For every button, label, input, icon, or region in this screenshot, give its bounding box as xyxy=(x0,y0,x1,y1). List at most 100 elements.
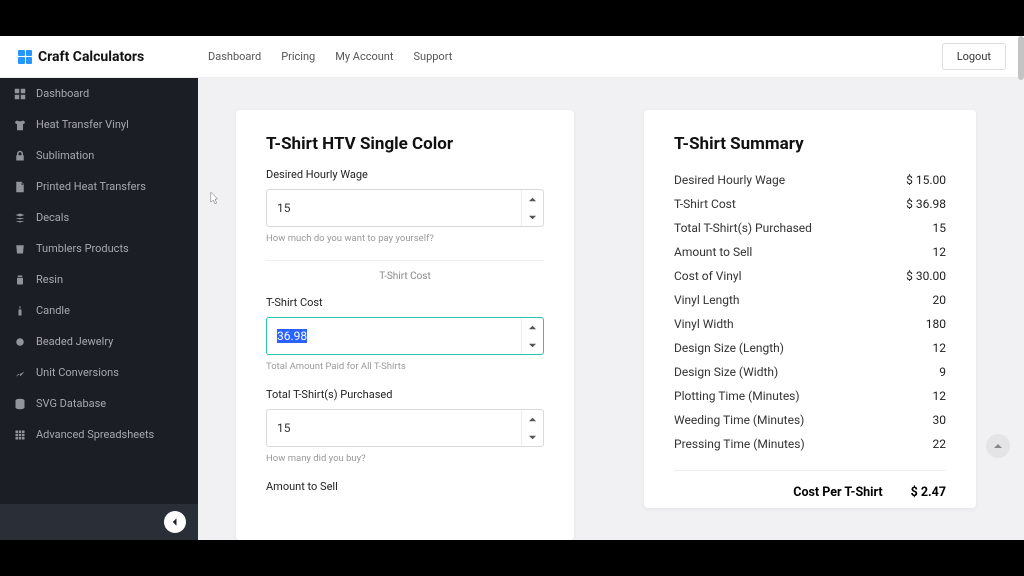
summary-row: Weeding Time (Minutes) 30 xyxy=(674,408,946,432)
divider xyxy=(266,260,544,261)
cost-input[interactable] xyxy=(267,318,521,354)
sidebar-item-resin[interactable]: Resin xyxy=(0,264,198,295)
sidebar-item-label: Tumblers Products xyxy=(36,242,129,255)
purchased-step-down[interactable] xyxy=(522,428,543,446)
sidebar-item-label: Sublimation xyxy=(36,149,94,162)
wage-input-wrap xyxy=(266,189,544,227)
logout-button[interactable]: Logout xyxy=(942,43,1006,70)
sidebar-item-decals[interactable]: Decals xyxy=(0,202,198,233)
nav-dashboard[interactable]: Dashboard xyxy=(208,50,261,63)
sidebar-item-sublimation[interactable]: Sublimation xyxy=(0,140,198,171)
sidebar-item-label: Printed Heat Transfers xyxy=(36,180,146,193)
summary-row: Desired Hourly Wage $ 15.00 xyxy=(674,168,946,192)
cursor-pointer-icon xyxy=(210,190,220,204)
letterbox-bottom xyxy=(0,540,1024,576)
cost-label: T-Shirt Cost xyxy=(266,296,544,309)
nav-my-account[interactable]: My Account xyxy=(335,50,393,63)
summary-card: T-Shirt Summary Desired Hourly Wage $ 15.… xyxy=(644,110,976,508)
cost-step-up[interactable] xyxy=(522,318,543,336)
summary-row-label: Cost of Vinyl xyxy=(674,269,742,283)
summary-row-value: 30 xyxy=(933,413,947,427)
sidebar-item-beaded[interactable]: Beaded Jewelry xyxy=(0,326,198,357)
summary-footer: Cost Per T-Shirt $ 2.47 xyxy=(674,470,946,500)
scrollbar-thumb[interactable] xyxy=(1018,36,1024,80)
section-subtitle: T-Shirt Cost xyxy=(266,271,544,282)
form-card: T-Shirt HTV Single Color Desired Hourly … xyxy=(236,110,574,540)
summary-row-label: Vinyl Length xyxy=(674,293,739,307)
content-area: T-Shirt HTV Single Color Desired Hourly … xyxy=(198,78,1024,540)
sidebar-item-label: Candle xyxy=(36,304,70,317)
sidebar-item-unit-conversions[interactable]: Unit Conversions xyxy=(0,357,198,388)
chevron-up-icon xyxy=(528,195,537,204)
sidebar-item-label: Heat Transfer Vinyl xyxy=(36,118,129,131)
wage-hint: How much do you want to pay yourself? xyxy=(266,233,544,244)
summary-row: Design Size (Length)12 xyxy=(674,336,946,360)
scroll-to-top-button[interactable] xyxy=(986,434,1010,458)
summary-row-label: T-Shirt Cost xyxy=(674,197,736,211)
summary-row-value: 15 xyxy=(933,221,947,235)
sidebar-collapse-button[interactable] xyxy=(164,511,186,533)
chevron-up-icon xyxy=(528,415,537,424)
candle-icon xyxy=(14,305,26,317)
sidebar-item-htv[interactable]: Heat Transfer Vinyl xyxy=(0,109,198,140)
purchased-step-up[interactable] xyxy=(522,410,543,428)
sheet-icon xyxy=(14,429,26,441)
doc-icon xyxy=(14,181,26,193)
summary-row-label: Total T-Shirt(s) Purchased xyxy=(674,221,812,235)
summary-foot-label: Cost Per T-Shirt xyxy=(793,485,882,500)
wage-input[interactable] xyxy=(267,190,521,226)
chevron-up-icon xyxy=(993,441,1003,451)
sidebar: Dashboard Heat Transfer Vinyl Sublimatio… xyxy=(0,78,198,540)
cost-spinners xyxy=(521,318,543,354)
summary-row-value: 20 xyxy=(933,293,947,307)
app-body: Dashboard Heat Transfer Vinyl Sublimatio… xyxy=(0,78,1024,540)
summary-row-value: 12 xyxy=(933,341,947,355)
nav-support[interactable]: Support xyxy=(413,50,452,63)
wage-label: Desired Hourly Wage xyxy=(266,168,544,181)
summary-foot-value: $ 2.47 xyxy=(911,485,946,500)
page-scrollbar[interactable] xyxy=(1018,36,1024,540)
purchased-input[interactable] xyxy=(267,410,521,446)
form-title: T-Shirt HTV Single Color xyxy=(266,134,544,154)
summary-row-value: $ 15.00 xyxy=(906,173,946,187)
summary-row-label: Pressing Time (Minutes) xyxy=(674,437,805,451)
nav-pricing[interactable]: Pricing xyxy=(281,50,315,63)
summary-title: T-Shirt Summary xyxy=(674,134,946,154)
amount-sell-label: Amount to Sell xyxy=(266,480,544,493)
purchased-spinners xyxy=(521,410,543,446)
sidebar-item-label: Advanced Spreadsheets xyxy=(36,428,154,441)
summary-row-value: 9 xyxy=(939,365,946,379)
topbar: Craft Calculators Dashboard Pricing My A… xyxy=(0,36,1024,78)
db-icon xyxy=(14,398,26,410)
arrow-left-icon xyxy=(169,516,181,528)
summary-row-label: Weeding Time (Minutes) xyxy=(674,413,804,427)
summary-row: Design Size (Width) 9 xyxy=(674,360,946,384)
summary-row-value: 12 xyxy=(933,245,947,259)
brand-wrap[interactable]: Craft Calculators xyxy=(18,49,208,65)
sidebar-item-advanced-spreadsheets[interactable]: Advanced Spreadsheets xyxy=(0,419,198,450)
summary-row-value: 12 xyxy=(933,389,947,403)
cost-step-down[interactable] xyxy=(522,336,543,354)
sidebar-item-printed-heat[interactable]: Printed Heat Transfers xyxy=(0,171,198,202)
summary-row-label: Design Size (Width) xyxy=(674,365,778,379)
sidebar-item-svg-db[interactable]: SVG Database xyxy=(0,388,198,419)
summary-row-label: Vinyl Width xyxy=(674,317,734,331)
sidebar-item-label: SVG Database xyxy=(36,397,106,410)
summary-row: Cost of Vinyl $ 30.00 xyxy=(674,264,946,288)
graph-icon xyxy=(14,367,26,379)
sidebar-item-tumblers[interactable]: Tumblers Products xyxy=(0,233,198,264)
sidebar-item-label: Resin xyxy=(36,273,63,286)
wage-step-up[interactable] xyxy=(522,190,543,208)
summary-row-value: 22 xyxy=(933,437,947,451)
summary-row-value: $ 36.98 xyxy=(906,197,946,211)
chevron-down-icon xyxy=(528,213,537,222)
sidebar-footer xyxy=(0,504,198,540)
lock-icon xyxy=(14,150,26,162)
sidebar-item-candle[interactable]: Candle xyxy=(0,295,198,326)
stack-icon xyxy=(14,212,26,224)
summary-row: Amount to Sell12 xyxy=(674,240,946,264)
sidebar-item-dashboard[interactable]: Dashboard xyxy=(0,78,198,109)
wage-step-down[interactable] xyxy=(522,208,543,226)
summary-row-label: Desired Hourly Wage xyxy=(674,173,785,187)
summary-row-value: $ 30.00 xyxy=(906,269,946,283)
